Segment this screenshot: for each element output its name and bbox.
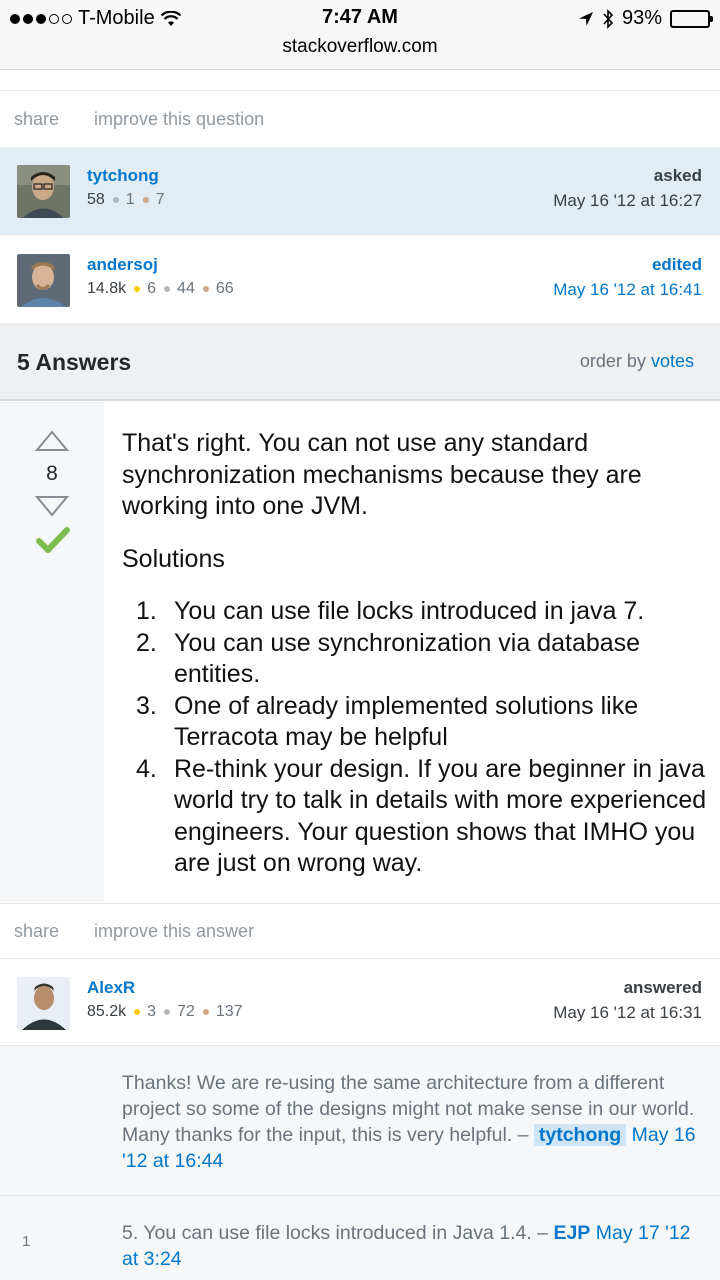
vote-column: 8 xyxy=(0,402,104,902)
silver-badges: 1 xyxy=(112,191,135,209)
answer-paragraph: Solutions xyxy=(122,544,225,573)
divider xyxy=(0,1195,720,1196)
comment-user-link[interactable]: tytchong xyxy=(533,1124,627,1146)
comments-section: Thanks! We are re-using the same archite… xyxy=(0,1046,720,1280)
avatar[interactable] xyxy=(17,254,70,307)
bronze-badge-icon xyxy=(202,286,209,292)
silver-badge-icon xyxy=(112,197,119,203)
accepted-answer: 8 That's right. You can not use any stan… xyxy=(0,402,720,902)
silver-badges: 44 xyxy=(164,280,195,298)
order-label: order by xyxy=(579,351,646,371)
asked-time: May 16 '12 at 16:27 xyxy=(553,191,702,210)
address-bar[interactable]: stackoverflow.com xyxy=(0,36,720,58)
list-item: 2. You can use synchronization via databa… xyxy=(136,628,641,689)
comment-score: 1 xyxy=(22,1233,31,1250)
accepted-check-icon xyxy=(36,527,70,553)
reputation-score: 58 xyxy=(87,191,105,208)
silver-badge-icon xyxy=(164,1009,171,1015)
editor-reputation: 14.8k 6 44 66 xyxy=(87,280,234,298)
avatar[interactable] xyxy=(17,977,70,1030)
gold-badge-icon xyxy=(134,1009,141,1015)
asker-name[interactable]: tytchong xyxy=(87,166,159,186)
edited-time[interactable]: May 16 '12 at 16:41 xyxy=(553,280,702,300)
comment: 5. You can use file locks introduced in … xyxy=(122,1220,707,1272)
bronze-badges: 66 xyxy=(202,280,234,298)
gold-badges: 6 xyxy=(134,280,156,298)
downvote-arrow-icon[interactable] xyxy=(35,495,69,517)
improve-question-link[interactable]: improve this question xyxy=(94,109,264,130)
status-bar: T-Mobile 7:47 AM stackoverflow.com 93% xyxy=(0,0,720,70)
answer-actions: share improve this answer xyxy=(0,903,720,957)
comment-user-link[interactable]: EJP xyxy=(553,1222,590,1244)
share-answer-link[interactable]: share xyxy=(14,921,59,942)
vote-count: 8 xyxy=(46,462,58,485)
reputation-score: 85.2k xyxy=(87,1003,127,1020)
bronze-badges: 7 xyxy=(142,191,165,209)
list-item: 3. One of already implemented solutions l… xyxy=(136,691,639,752)
bronze-badge-icon xyxy=(202,1009,209,1015)
battery-icon xyxy=(670,9,713,28)
bronze-badges: 137 xyxy=(202,1003,243,1021)
asker-reputation: 58 1 7 xyxy=(87,191,165,209)
silver-badges: 72 xyxy=(164,1003,195,1021)
editor-card: andersoj 14.8k 6 44 66 edited May 16 '12… xyxy=(0,236,720,324)
silver-badge-icon xyxy=(164,286,171,292)
asked-label: asked xyxy=(653,166,702,185)
bronze-badge-icon xyxy=(142,197,149,203)
comment-text: 5. You can use file locks introduced in … xyxy=(122,1222,549,1244)
location-arrow-icon xyxy=(578,11,593,26)
gold-badge-icon xyxy=(134,286,141,292)
editor-name[interactable]: andersoj xyxy=(87,255,158,275)
answered-time: May 16 '12 at 16:31 xyxy=(553,1003,702,1022)
question-actions: share improve this question xyxy=(0,92,720,146)
divider xyxy=(0,71,720,91)
answerer-reputation: 85.2k 3 72 137 xyxy=(87,1003,243,1021)
answerer-card: AlexR 85.2k 3 72 137 answered May 16 '12… xyxy=(0,958,720,1046)
order-votes-link[interactable]: votes xyxy=(651,351,694,371)
improve-answer-link[interactable]: improve this answer xyxy=(94,921,254,942)
asker-card: tytchong 58 1 7 asked May 16 '12 at 16:2… xyxy=(0,147,720,235)
battery-percent: 93% xyxy=(621,7,662,29)
answer-body: That's right. You can not use any standa… xyxy=(122,428,707,880)
upvote-arrow-icon[interactable] xyxy=(35,430,69,452)
comment: Thanks! We are re-using the same archite… xyxy=(122,1070,707,1174)
answered-label: answered xyxy=(623,978,702,997)
answer-sort: order by votes xyxy=(580,351,694,372)
list-item: 4. Re-think your design. If you are begin… xyxy=(136,754,707,878)
answers-header: 5 Answers order by votes xyxy=(0,323,720,401)
avatar[interactable] xyxy=(17,165,70,218)
gold-badges: 3 xyxy=(134,1003,156,1021)
list-item: 1. You can use file locks introduced in j… xyxy=(136,597,645,625)
system-indicators: 93% xyxy=(578,7,713,30)
edited-link[interactable]: edited xyxy=(652,255,702,275)
answer-paragraph: That's right. You can not use any standa… xyxy=(122,429,642,520)
answers-count: 5 Answers xyxy=(17,349,132,375)
bluetooth-icon xyxy=(603,8,614,29)
share-question-link[interactable]: share xyxy=(14,109,59,130)
answerer-name[interactable]: AlexR xyxy=(87,978,135,998)
reputation-score: 14.8k xyxy=(87,280,127,297)
solutions-list: 1. You can use file locks introduced in j… xyxy=(122,596,707,880)
